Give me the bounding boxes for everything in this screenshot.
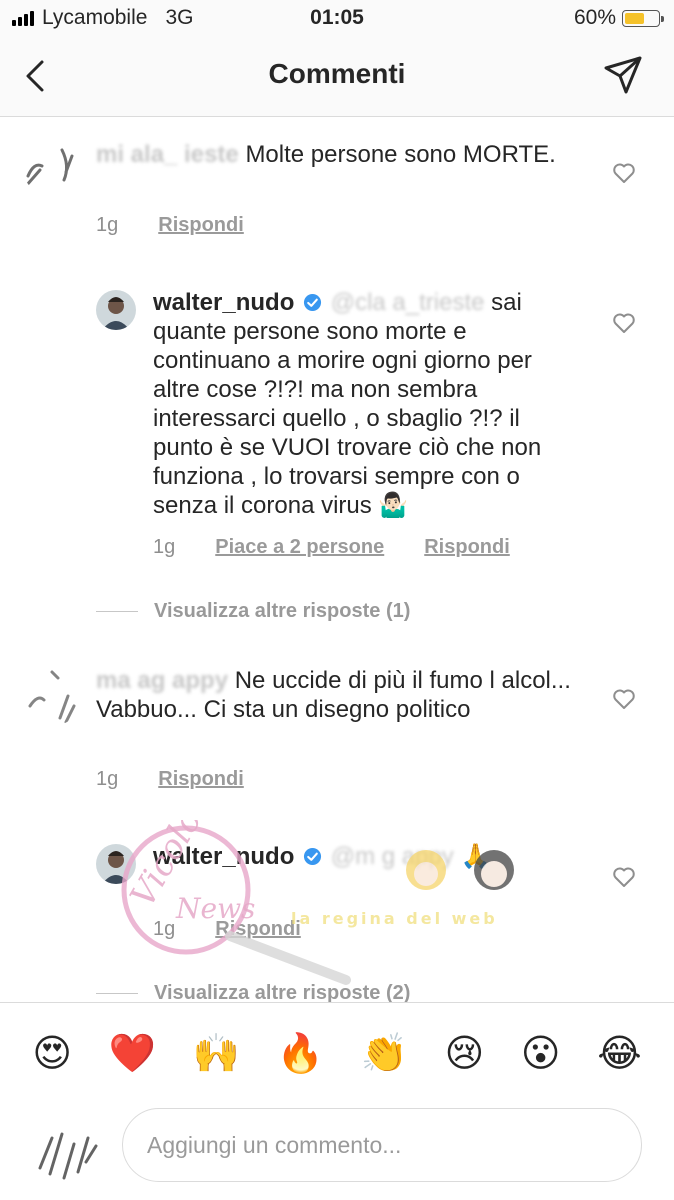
comment-text: mi ala_ ieste Molte persone sono MORTE.: [96, 140, 596, 169]
heart-icon[interactable]: [612, 162, 636, 184]
likes-link[interactable]: Piace a 2 persone: [215, 536, 384, 559]
reply-button[interactable]: Rispondi: [158, 214, 244, 237]
comment-body: 🙏: [460, 843, 491, 870]
nav-header: Commenti: [0, 38, 674, 117]
comment-time: 1g: [96, 214, 119, 236]
comment-time: 1g: [96, 768, 119, 790]
verified-badge-icon: [303, 847, 322, 866]
status-right: 60%: [573, 6, 664, 30]
comment-mention[interactable]: @m g appy: [331, 843, 454, 870]
page-title: Commenti: [268, 58, 406, 89]
avatar[interactable]: [96, 290, 136, 330]
paper-plane-icon[interactable]: [602, 54, 644, 96]
comment-username[interactable]: mi ala_ ieste: [96, 141, 239, 168]
battery-percent: 60%: [573, 6, 616, 29]
comment-username[interactable]: walter_nudo: [153, 843, 294, 870]
comment-reply-item: walter_nudo @m g appy 🙏 1g Rispondi: [0, 836, 674, 966]
emoji-laughing-button[interactable]: 😂: [597, 1031, 641, 1075]
verified-badge-icon: [303, 293, 322, 312]
comment-time: 1g: [153, 536, 176, 558]
comment-text: walter_nudo @cla a_trieste sai quante pe…: [153, 288, 583, 520]
comment-input[interactable]: [122, 1108, 642, 1182]
comment-meta: 1g Rispondi: [96, 214, 244, 237]
divider-line: [96, 611, 138, 612]
comment-body: Molte persone sono MORTE.: [245, 141, 556, 168]
comment-text: walter_nudo @m g appy 🙏: [153, 842, 583, 871]
comment-body: sai quante persone sono morte e continua…: [153, 289, 542, 519]
heart-icon[interactable]: [612, 688, 636, 710]
emoji-fire-button[interactable]: 🔥: [277, 1031, 324, 1075]
heart-icon[interactable]: [612, 312, 636, 334]
heart-icon[interactable]: [612, 866, 636, 888]
avatar[interactable]: [22, 136, 82, 196]
emoji-raised-hands-button[interactable]: 🙌: [193, 1031, 240, 1075]
comment-mention[interactable]: @cla a_trieste: [331, 289, 485, 316]
reply-button[interactable]: Rispondi: [158, 768, 244, 791]
comment-username[interactable]: walter_nudo: [153, 289, 294, 316]
status-bar: Lycamobile 3G 01:05 60%: [0, 0, 674, 38]
status-time: 01:05: [310, 6, 364, 29]
my-avatar: [30, 1108, 108, 1186]
emoji-surprised-button[interactable]: 😮: [521, 1031, 561, 1075]
view-more-replies-label: Visualizza altre risposte (1): [154, 600, 411, 622]
comment-reply-item: walter_nudo @cla a_trieste sai quante pe…: [0, 280, 674, 580]
emoji-red-heart-button[interactable]: ❤️: [109, 1031, 156, 1075]
comment-meta: 1g Rispondi: [96, 768, 244, 791]
comment-text: ma ag appy Ne uccide di più il fumo l al…: [96, 666, 576, 724]
comment-time: 1g: [153, 918, 176, 940]
reply-button[interactable]: Rispondi: [424, 536, 510, 559]
reply-button[interactable]: Rispondi: [215, 918, 301, 941]
battery-level: [625, 12, 644, 24]
divider-line: [96, 993, 138, 994]
avatar[interactable]: [22, 666, 82, 726]
view-more-replies-button[interactable]: Visualizza altre risposte (1): [96, 600, 410, 623]
comment-item: ma ag appy Ne uccide di più il fumo l al…: [0, 650, 674, 810]
emoji-quick-bar: 😍 ❤️ 🙌 🔥 👏 😢 😮 😂: [0, 1002, 674, 1102]
emoji-heart-eyes-button[interactable]: 😍: [32, 1031, 72, 1075]
comment-meta: 1g Rispondi: [153, 918, 301, 941]
comment-item: mi ala_ ieste Molte persone sono MORTE. …: [0, 116, 674, 266]
emoji-clapping-button[interactable]: 👏: [361, 1031, 408, 1075]
comment-username[interactable]: ma ag appy: [96, 667, 228, 694]
comment-meta: 1g Piace a 2 persone Rispondi: [153, 536, 510, 559]
avatar[interactable]: [96, 844, 136, 884]
emoji-crying-button[interactable]: 😢: [445, 1031, 485, 1075]
battery-icon: [622, 9, 664, 27]
